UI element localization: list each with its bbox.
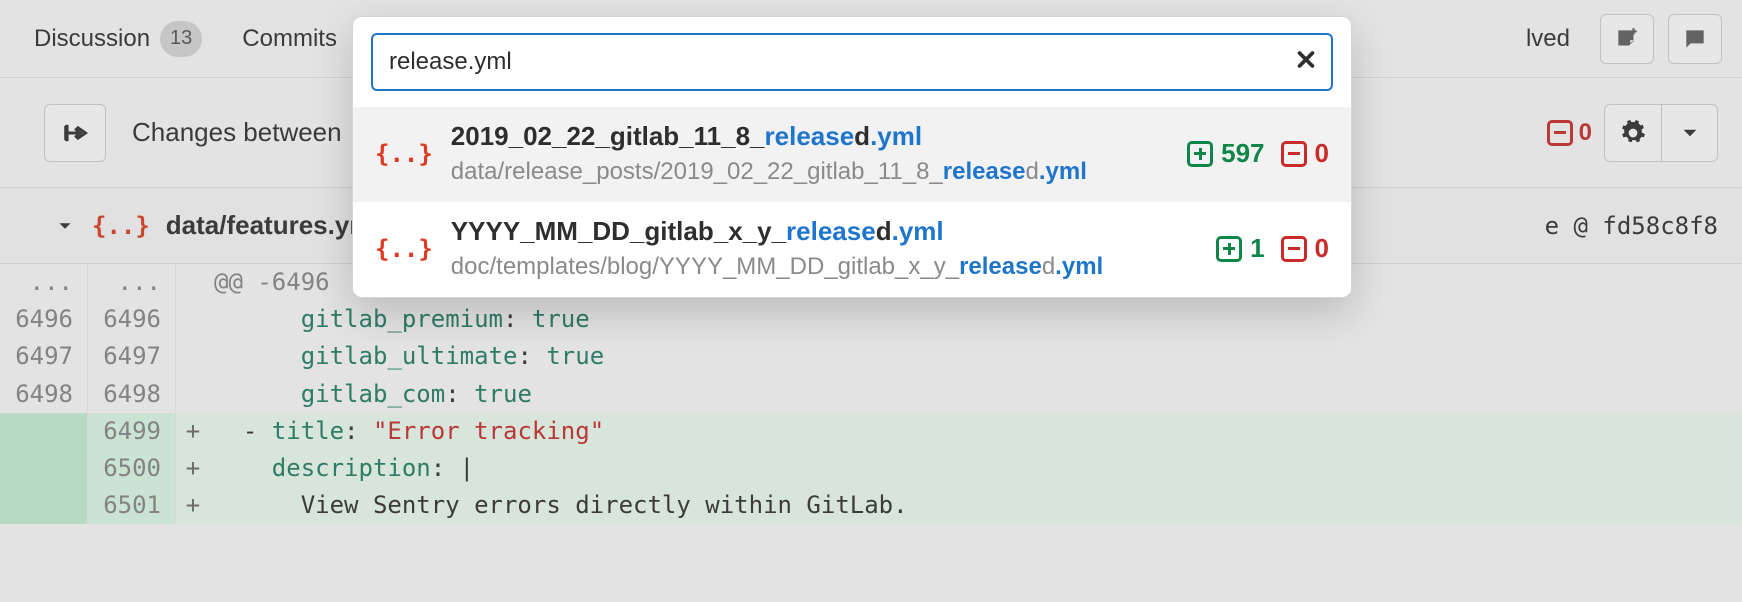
compare-arrow-icon <box>61 119 89 147</box>
additions-stat: 1 <box>1216 233 1264 264</box>
chevron-down-icon <box>54 215 76 237</box>
chevron-down-icon <box>1677 120 1703 146</box>
add-note-button[interactable] <box>1600 14 1654 64</box>
file-finder-input[interactable] <box>389 48 1277 76</box>
diff-code: gitlab_premium: true <box>210 301 1742 338</box>
additions-value: 1 <box>1250 233 1264 264</box>
additions-stat: 597 <box>1187 138 1264 169</box>
compare-mode-button[interactable] <box>44 104 106 162</box>
diff-sign <box>176 376 210 413</box>
tab-discussion[interactable]: Discussion 13 <box>34 0 202 77</box>
diff-sign: + <box>176 487 210 524</box>
diff-code: gitlab_ultimate: true <box>210 338 1742 375</box>
line-number-old: 6496 <box>0 301 88 338</box>
yaml-file-icon: {..} <box>92 212 150 240</box>
diff-settings-button[interactable] <box>1605 105 1661 161</box>
diff-line: 64966496 gitlab_premium: true <box>0 301 1742 338</box>
line-number-new: 6498 <box>88 376 176 413</box>
file-finder-result-path: doc/templates/blog/YYYY_MM_DD_gitlab_x_y… <box>451 253 1198 281</box>
file-finder-result[interactable]: {..} YYYY_MM_DD_gitlab_x_y_released.ymldo… <box>353 202 1351 297</box>
line-number-new: 6501 <box>88 487 176 524</box>
speech-bubble-icon <box>1682 26 1708 52</box>
discussion-button[interactable] <box>1668 14 1722 64</box>
file-finder-search-field[interactable] <box>371 33 1333 91</box>
diff-file-path: data/features.ym <box>166 210 373 241</box>
diff-sign: + <box>176 450 210 487</box>
yaml-file-icon: {..} <box>375 235 433 263</box>
line-number-old: ... <box>0 264 88 301</box>
line-number-old <box>0 487 88 524</box>
diff-sign <box>176 338 210 375</box>
diff-line: 6499+ - title: "Error tracking" <box>0 413 1742 450</box>
tabbar-right: lved <box>1526 14 1722 64</box>
file-finder-result-stats: 10 <box>1216 233 1329 264</box>
tab-commits[interactable]: Commits <box>242 0 337 77</box>
tab-commits-label: Commits <box>242 25 337 53</box>
diff-line: 6500+ description: | <box>0 450 1742 487</box>
plus-box-icon <box>1187 141 1213 167</box>
line-number-new: 6496 <box>88 301 176 338</box>
line-number-new: 6500 <box>88 450 176 487</box>
clear-search-button[interactable] <box>1295 49 1317 76</box>
note-add-icon <box>1614 26 1640 52</box>
file-finder-result-path: data/release_posts/2019_02_22_gitlab_11_… <box>451 158 1169 186</box>
diff-code: description: | <box>210 450 1742 487</box>
file-finder-result[interactable]: {..} 2019_02_22_gitlab_11_8_released.ymld… <box>353 107 1351 202</box>
diff-settings-button-group <box>1604 104 1718 162</box>
diff-sign <box>176 301 210 338</box>
line-number-old: 6498 <box>0 376 88 413</box>
file-finder-result-name: 2019_02_22_gitlab_11_8_released.yml <box>451 121 1169 152</box>
diff-line: 6501+ View Sentry errors directly within… <box>0 487 1742 524</box>
file-finder-popover: {..} 2019_02_22_gitlab_11_8_released.ymld… <box>352 16 1352 298</box>
file-finder-search-wrap <box>353 17 1351 107</box>
file-finder-result-text: 2019_02_22_gitlab_11_8_released.yml data/… <box>451 121 1169 186</box>
file-finder-result-name: YYYY_MM_DD_gitlab_x_y_released.yml <box>451 216 1198 247</box>
close-icon <box>1295 49 1317 71</box>
minus-box-icon <box>1281 141 1307 167</box>
resolved-indicator: lved <box>1526 25 1586 53</box>
diff-settings-caret[interactable] <box>1661 105 1717 161</box>
line-number-old <box>0 413 88 450</box>
deletions-stat: 0 <box>1281 233 1329 264</box>
yaml-file-icon: {..} <box>375 140 433 168</box>
minus-box-icon <box>1547 120 1573 146</box>
tab-discussion-label: Discussion <box>34 25 150 53</box>
diff-code: gitlab_com: true <box>210 376 1742 413</box>
deletions-stat: 0 <box>1281 138 1329 169</box>
file-finder-result-text: YYYY_MM_DD_gitlab_x_y_released.yml doc/te… <box>451 216 1198 281</box>
plus-box-icon <box>1216 236 1242 262</box>
additions-value: 597 <box>1221 138 1264 169</box>
diff-code: View Sentry errors directly within GitLa… <box>210 487 1742 524</box>
discussion-count-badge: 13 <box>160 21 202 57</box>
total-deletions-value: 0 <box>1579 119 1592 147</box>
minus-box-icon <box>1281 236 1307 262</box>
line-number-new: ... <box>88 264 176 301</box>
line-number-new: 6499 <box>88 413 176 450</box>
changes-toolbar-right: 0 <box>1547 104 1718 162</box>
diff-line: 64976497 gitlab_ultimate: true <box>0 338 1742 375</box>
deletions-value: 0 <box>1315 138 1329 169</box>
diff-content: ... ... @@ -6496 64966496 gitlab_premium… <box>0 264 1742 524</box>
line-number-new: 6497 <box>88 338 176 375</box>
file-collapse-toggle[interactable] <box>54 215 76 237</box>
gear-icon <box>1620 120 1646 146</box>
diff-code: - title: "Error tracking" <box>210 413 1742 450</box>
line-number-old: 6497 <box>0 338 88 375</box>
line-number-old <box>0 450 88 487</box>
diff-line: 64986498 gitlab_com: true <box>0 376 1742 413</box>
view-file-at-sha[interactable]: e @ fd58c8f8 <box>1545 212 1718 240</box>
diff-sign <box>176 264 210 301</box>
deletions-value: 0 <box>1315 233 1329 264</box>
changes-between-label: Changes between <box>132 117 342 148</box>
file-finder-result-stats: 597 0 <box>1187 138 1329 169</box>
total-deletions-chip: 0 <box>1547 119 1592 147</box>
diff-sign: + <box>176 413 210 450</box>
